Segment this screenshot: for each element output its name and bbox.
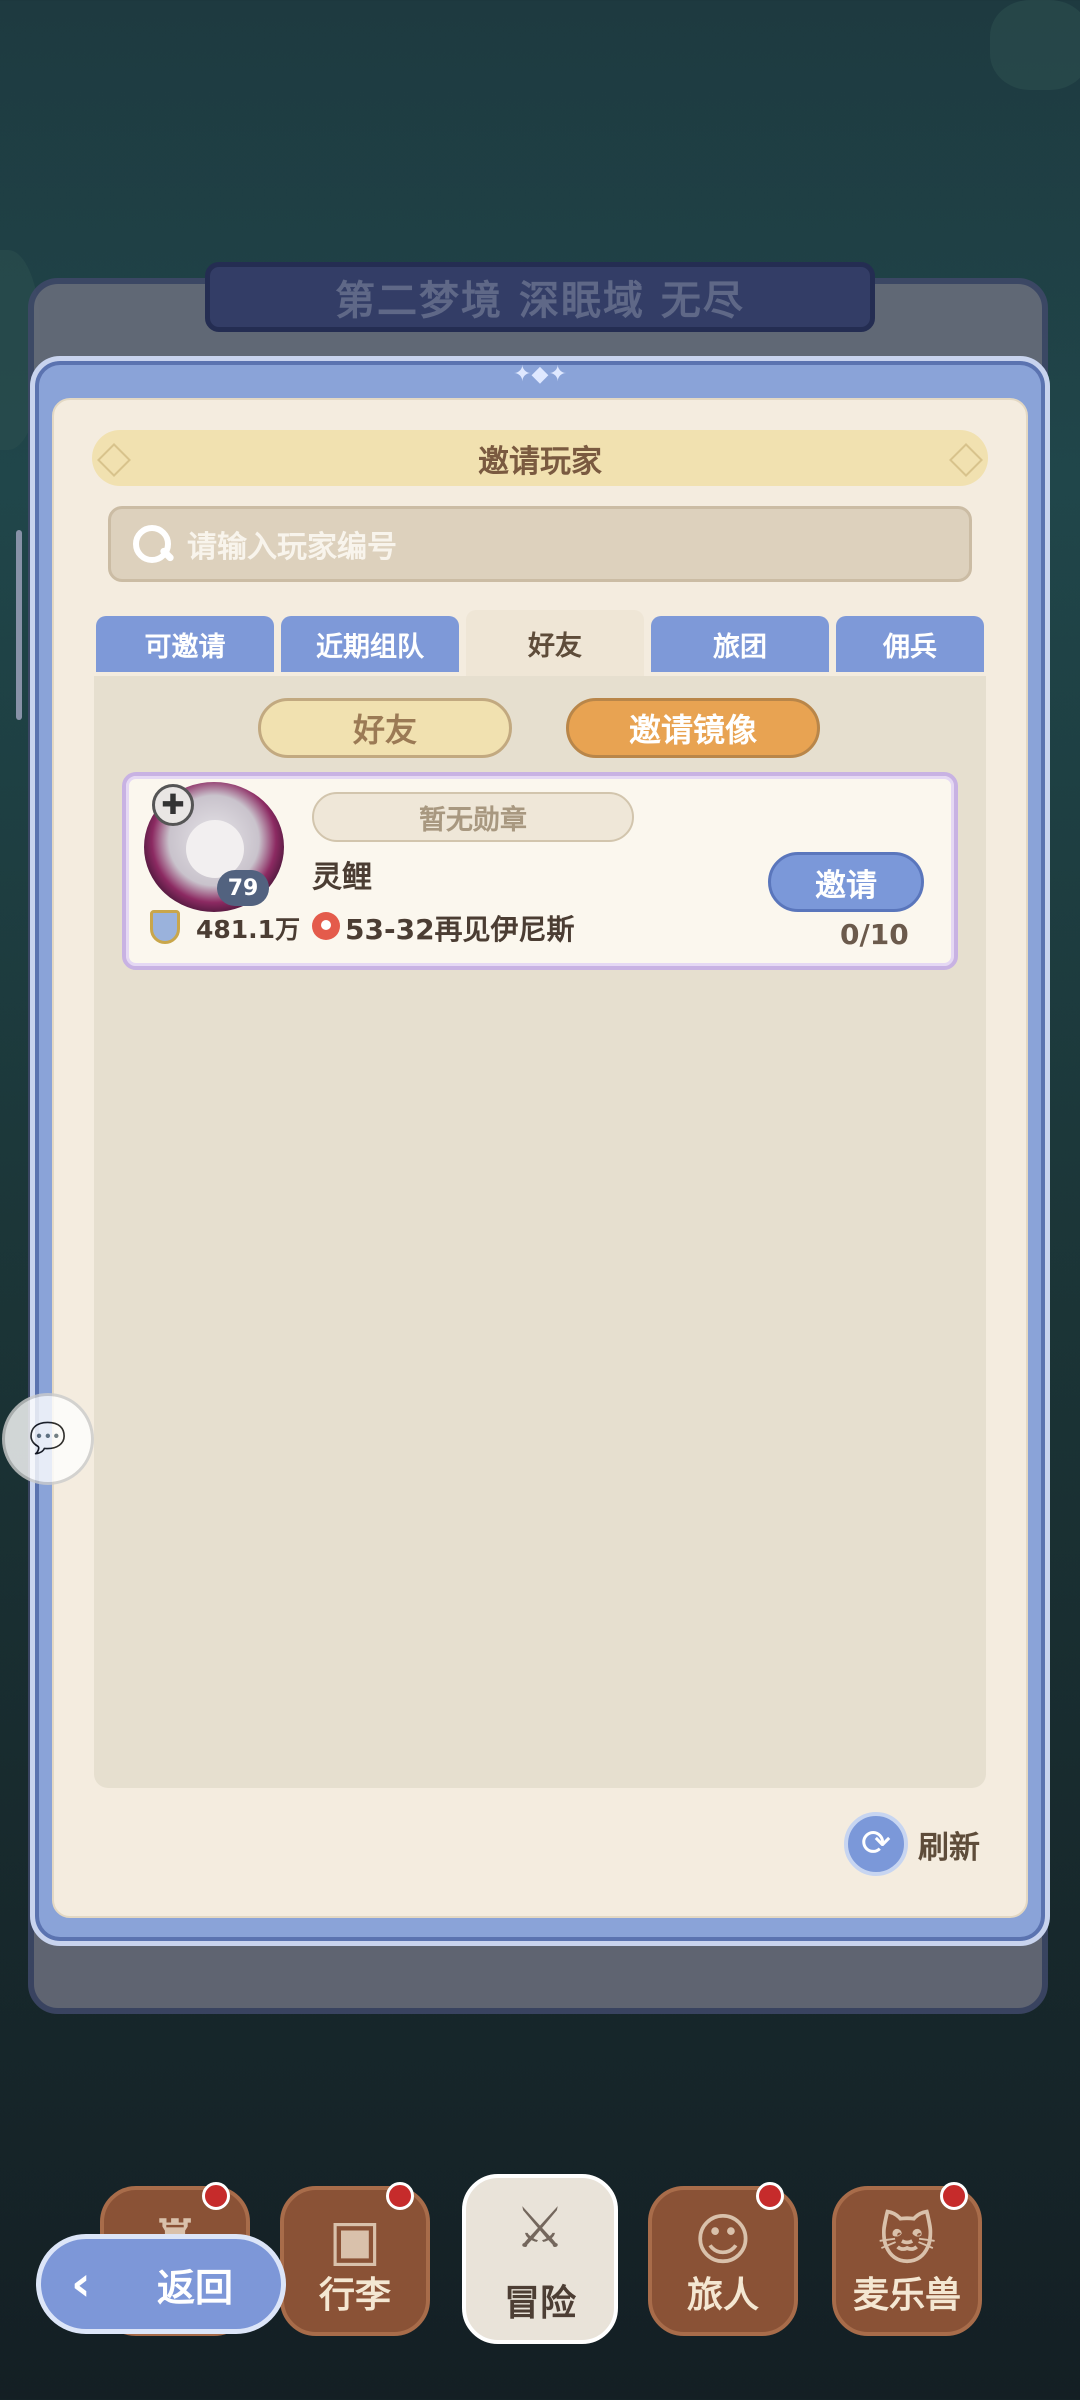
- back-button[interactable]: ‹ 返回: [36, 2234, 286, 2334]
- tab-invitable[interactable]: 可邀请: [96, 616, 274, 672]
- refresh-button[interactable]: 刷新: [918, 1822, 980, 1867]
- nav-luggage[interactable]: ▣ 行李: [280, 2186, 430, 2336]
- player-power: 481.1万: [196, 915, 301, 944]
- chat-bubble-icon[interactable]: 💬: [2, 1393, 94, 1485]
- nav-luggage-label: 行李: [318, 2275, 391, 2316]
- back-arrow-icon: ‹: [71, 2256, 91, 2312]
- pet-icon: 🐱: [877, 2208, 937, 2273]
- notification-dot: [386, 2182, 414, 2210]
- background-rock: [990, 0, 1080, 90]
- tab-friends[interactable]: 好友: [466, 610, 644, 676]
- tab-recent-team[interactable]: 近期组队: [281, 616, 459, 672]
- player-level: 79: [217, 870, 269, 906]
- subtab-friends[interactable]: 好友: [258, 698, 512, 758]
- player-name: 灵鲤: [312, 860, 372, 895]
- nav-pet-label: 麦乐兽: [852, 2275, 961, 2316]
- luggage-icon: ▣: [328, 2208, 382, 2273]
- location-pin-icon: [312, 912, 340, 940]
- traveler-icon: ☺: [693, 2208, 753, 2273]
- search-placeholder: 请输入玩家编号: [187, 530, 397, 565]
- dream-title: 第二梦境 深眠域 无尽: [205, 262, 875, 332]
- nav-traveler-label: 旅人: [686, 2275, 759, 2316]
- invite-count: 0/10: [840, 918, 909, 951]
- nav-adventure-label: 冒险: [503, 2283, 576, 2324]
- tab-guild[interactable]: 旅团: [651, 616, 829, 672]
- subtab-invite-mirror[interactable]: 邀请镜像: [566, 698, 820, 758]
- notification-dot: [202, 2182, 230, 2210]
- player-id-search[interactable]: 请输入玩家编号: [108, 506, 972, 582]
- player-location: 53-32再见伊尼斯: [345, 913, 575, 946]
- scrollbar[interactable]: [16, 530, 22, 720]
- invite-button[interactable]: 邀请: [768, 852, 924, 912]
- dialog-title: 邀请玩家: [92, 430, 988, 486]
- tab-mercenary[interactable]: 佣兵: [836, 616, 984, 672]
- notification-dot: [940, 2182, 968, 2210]
- back-button-label: 返回: [157, 2265, 234, 2310]
- crossed-swords-icon: ⚔: [514, 2196, 566, 2261]
- class-emblem-icon: ✚: [152, 784, 194, 826]
- notification-dot: [756, 2182, 784, 2210]
- nav-adventure[interactable]: ⚔ 冒险: [462, 2174, 618, 2344]
- refresh-icon[interactable]: ⟳: [844, 1812, 908, 1876]
- medal-badge: 暂无勋章: [312, 792, 634, 842]
- shield-icon: [150, 910, 180, 944]
- frame-ornament-icon: ✦◆✦: [513, 362, 567, 387]
- search-icon: [129, 521, 176, 567]
